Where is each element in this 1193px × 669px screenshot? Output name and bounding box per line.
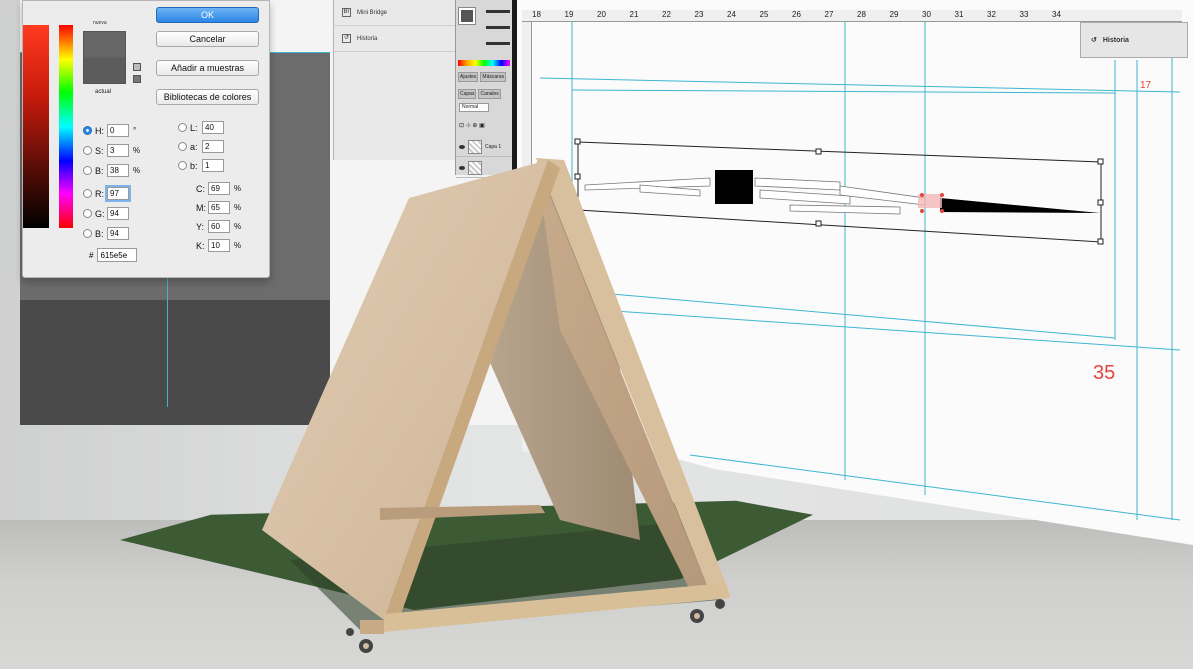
percent-unit: % xyxy=(234,203,242,212)
yellow-input[interactable]: 60 xyxy=(208,220,230,233)
lab-l-input[interactable]: 40 xyxy=(202,121,224,134)
web-color-icon[interactable] xyxy=(133,75,141,83)
lab-a-label: a: xyxy=(190,141,198,152)
lab-b-label: b: xyxy=(190,160,198,171)
red-radio[interactable] xyxy=(83,189,92,198)
color-picker-dialog: nueva actual OK Cancelar Añadir a muestr… xyxy=(22,0,270,278)
cyan-input[interactable]: 69 xyxy=(208,182,230,195)
transform-handle xyxy=(815,220,822,227)
guide-line xyxy=(599,309,1181,351)
green-label: G: xyxy=(95,208,105,219)
percent-unit: % xyxy=(133,166,141,175)
cyan-label: C: xyxy=(196,183,205,194)
hex-field-row: # 615e5e xyxy=(89,248,138,262)
blue-radio[interactable] xyxy=(83,229,92,238)
red-input[interactable]: 97 xyxy=(105,185,131,202)
lab-a-input[interactable]: 2 xyxy=(202,140,224,153)
blue-input[interactable]: 94 xyxy=(107,227,129,240)
ok-button[interactable]: OK xyxy=(156,7,259,23)
color-field[interactable] xyxy=(23,25,49,228)
transform-handle xyxy=(1097,199,1104,206)
transform-handle xyxy=(574,173,581,180)
current-color-label: actual xyxy=(95,89,112,95)
black-input[interactable]: 10 xyxy=(208,239,230,252)
lab-b-input[interactable]: 1 xyxy=(202,159,224,172)
lab-a-radio[interactable] xyxy=(178,142,187,151)
black-square-shape xyxy=(715,170,753,204)
transform-handle xyxy=(574,138,581,145)
percent-unit: % xyxy=(234,222,242,231)
black-field-row: K: 10 % xyxy=(196,239,241,252)
brightness-field-row: B: 38 % xyxy=(83,164,140,177)
brightness-radio[interactable] xyxy=(83,166,92,175)
brightness-input[interactable]: 38 xyxy=(107,164,129,177)
hex-label: # xyxy=(89,250,94,260)
color-preview-swatch xyxy=(83,31,126,84)
transform-handle xyxy=(1097,158,1104,165)
hex-input[interactable]: 615e5e xyxy=(97,248,138,262)
blue-field-row: B: 94 xyxy=(83,227,129,240)
green-field-row: G: 94 xyxy=(83,207,129,220)
black-wedge-shape xyxy=(940,198,1100,213)
lab-b-radio[interactable] xyxy=(178,161,187,170)
page-number-large: 35 xyxy=(1093,362,1116,384)
lab-l-label: L: xyxy=(190,122,198,133)
magenta-label: M: xyxy=(196,202,206,213)
lab-l-field-row: L: 40 xyxy=(178,121,224,134)
historia-panel-right[interactable]: ↺ Historia xyxy=(1080,22,1188,58)
cancel-button[interactable]: Cancelar xyxy=(156,31,259,47)
gamut-warning-icon[interactable] xyxy=(133,63,141,71)
percent-unit: % xyxy=(234,241,242,250)
saturation-radio[interactable] xyxy=(83,146,92,155)
color-libraries-button[interactable]: Bibliotecas de colores xyxy=(156,89,259,105)
add-to-swatches-button[interactable]: Añadir a muestras xyxy=(156,60,259,76)
lab-b-field-row: b: 1 xyxy=(178,159,224,172)
hue-field-row: H: 0 ° xyxy=(83,124,136,137)
historia-label-right: Historia xyxy=(1102,36,1129,44)
guide-line xyxy=(571,89,1116,94)
lab-a-field-row: a: 2 xyxy=(178,140,224,153)
percent-unit: % xyxy=(133,146,141,155)
history-icon: ↺ xyxy=(1091,37,1097,44)
black-label: K: xyxy=(196,240,205,251)
page-number-small: 17 xyxy=(1140,80,1152,91)
saturation-input[interactable]: 3 xyxy=(107,144,129,157)
percent-unit: % xyxy=(234,184,242,193)
degree-unit: ° xyxy=(133,126,137,135)
yellow-label: Y: xyxy=(196,221,205,232)
cyan-field-row: C: 69 % xyxy=(196,182,241,195)
saturation-field-row: S: 3 % xyxy=(83,144,140,157)
green-radio[interactable] xyxy=(83,209,92,218)
hue-radio[interactable] xyxy=(83,126,92,135)
blue-label: B: xyxy=(95,228,104,239)
new-color-label: nueva xyxy=(93,20,107,26)
transform-handle xyxy=(815,148,822,155)
hue-input[interactable]: 0 xyxy=(107,124,129,137)
lab-l-radio[interactable] xyxy=(178,123,187,132)
green-input[interactable]: 94 xyxy=(107,207,129,220)
saturation-label: S: xyxy=(95,145,104,156)
magenta-input[interactable]: 65 xyxy=(208,201,230,214)
hue-label: H: xyxy=(95,125,104,136)
brightness-label: B: xyxy=(95,165,104,176)
guide-line xyxy=(689,454,1181,521)
transform-handle xyxy=(1097,238,1104,245)
red-field-row: R: 97 xyxy=(83,185,131,202)
red-label: R: xyxy=(95,188,104,199)
yellow-field-row: Y: 60 % xyxy=(196,220,241,233)
magenta-field-row: M: 65 % xyxy=(196,201,241,214)
hue-slider[interactable] xyxy=(59,25,73,228)
